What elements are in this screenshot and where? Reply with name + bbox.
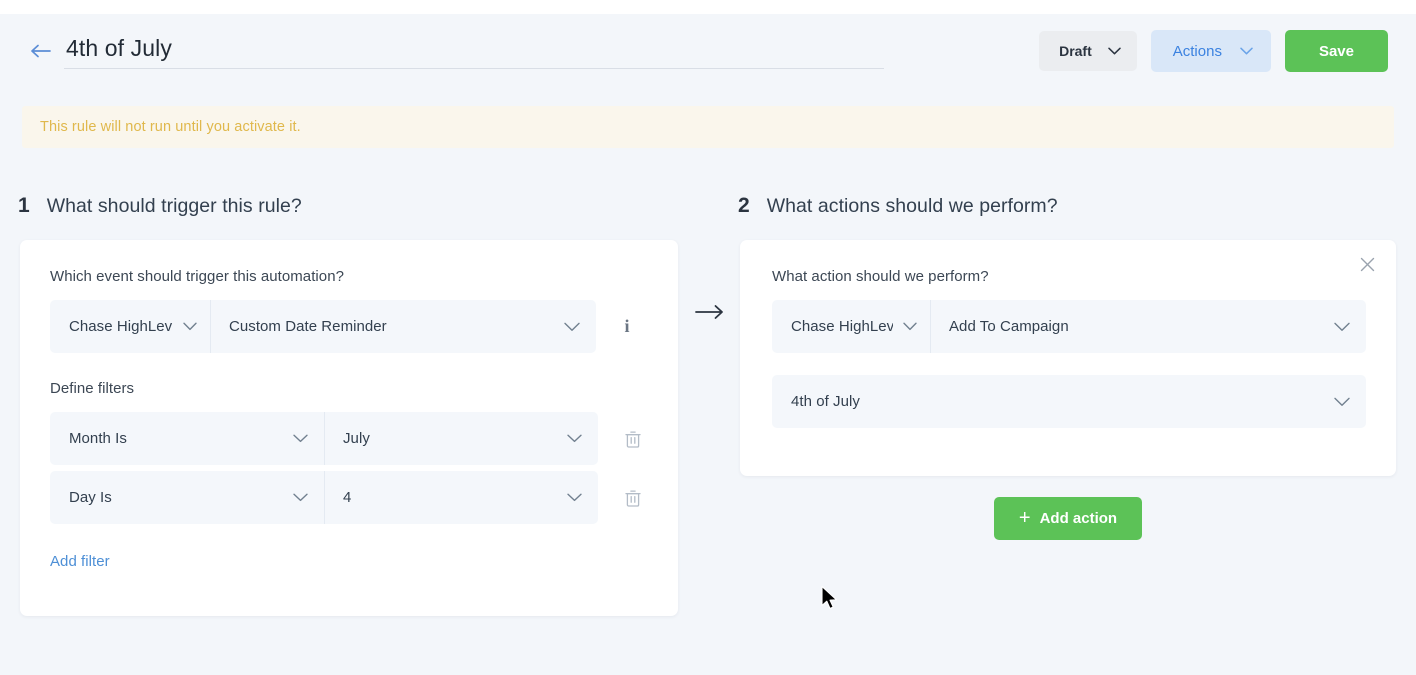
save-button[interactable]: Save (1284, 30, 1388, 72)
filter-key-value: Day Is (69, 489, 112, 506)
trigger-section-heading: 1 What should trigger this rule? (18, 194, 302, 218)
action-select-row: Chase HighLev Add To Campaign (772, 300, 1366, 353)
action-app-value: Chase HighLev (791, 318, 893, 335)
trigger-event-row: Chase HighLev Custom Date Reminder i (50, 300, 642, 353)
add-action-container: + Add action (740, 497, 1396, 540)
trigger-app-select[interactable]: Chase HighLev (50, 300, 210, 353)
filter-value-select[interactable]: July (324, 412, 598, 465)
filter-value-value: 4 (343, 489, 352, 506)
filter-row: Day Is 4 (50, 471, 648, 524)
trash-icon[interactable] (618, 430, 648, 448)
actions-step-number: 2 (738, 194, 750, 217)
trigger-event-label: Which event should trigger this automati… (50, 268, 344, 285)
actions-section-title: What actions should we perform? (766, 195, 1058, 217)
define-filters-label: Define filters (50, 380, 135, 397)
chevron-down-icon (564, 322, 580, 331)
mouse-cursor (820, 585, 840, 613)
automation-rule-editor-page: 4th of July Draft Actions Save This rule… (0, 0, 1416, 675)
chevron-down-icon (1334, 397, 1350, 406)
add-action-label: Add action (1039, 510, 1118, 527)
plus-icon: + (1018, 506, 1031, 529)
warning-message: This rule will not run until you activat… (40, 119, 301, 135)
trash-icon[interactable] (618, 489, 648, 507)
chevron-down-icon (1240, 47, 1253, 55)
chevron-down-icon (903, 322, 917, 331)
page-title[interactable]: 4th of July (66, 35, 884, 61)
actions-dropdown-button[interactable]: Actions (1150, 30, 1271, 72)
chevron-down-icon (1108, 47, 1121, 55)
filter-key-value: Month Is (69, 430, 127, 447)
filter-key-select[interactable]: Day Is (50, 471, 324, 524)
trigger-app-value: Chase HighLev (69, 318, 173, 335)
action-label: What action should we perform? (772, 268, 989, 285)
trigger-section-title: What should trigger this rule? (46, 195, 302, 217)
trigger-step-number: 1 (18, 194, 30, 217)
trigger-event-value: Custom Date Reminder (229, 318, 387, 335)
actions-section-heading: 2 What actions should we perform? (738, 194, 1058, 218)
actions-button-label: Actions (1172, 42, 1222, 60)
chevron-down-icon (293, 493, 308, 502)
campaign-value: 4th of July (791, 393, 860, 410)
close-icon[interactable] (1356, 253, 1378, 275)
trigger-card: Which event should trigger this automati… (20, 240, 678, 616)
trigger-event-select[interactable]: Custom Date Reminder (210, 300, 596, 353)
action-type-select[interactable]: Add To Campaign (930, 300, 1366, 353)
chevron-down-icon (183, 322, 197, 331)
add-action-button[interactable]: + Add action (993, 497, 1143, 540)
arrow-left-icon[interactable] (28, 38, 54, 64)
action-app-select[interactable]: Chase HighLev (772, 300, 930, 353)
status-badge: Draft (1059, 43, 1092, 59)
top-strip (0, 0, 1416, 14)
info-icon[interactable]: i (612, 316, 642, 337)
chevron-down-icon (567, 434, 582, 443)
campaign-select[interactable]: 4th of July (772, 375, 1366, 428)
arrow-right-icon (692, 294, 728, 330)
filter-row: Month Is July (50, 412, 648, 465)
header-actions-group: Draft Actions Save (1039, 30, 1388, 72)
filter-key-select[interactable]: Month Is (50, 412, 324, 465)
filter-value-select[interactable]: 4 (324, 471, 598, 524)
status-dropdown-button[interactable]: Draft (1039, 31, 1137, 71)
action-type-value: Add To Campaign (949, 318, 1069, 335)
action-card: What action should we perform? Chase Hig… (740, 240, 1396, 476)
filter-value-value: July (343, 430, 370, 447)
rule-title-field[interactable]: 4th of July (64, 33, 884, 70)
chevron-down-icon (1334, 322, 1350, 331)
add-filter-link[interactable]: Add filter (50, 553, 110, 570)
page-header: 4th of July Draft Actions Save (0, 14, 1416, 88)
chevron-down-icon (293, 434, 308, 443)
inactive-rule-warning-banner: This rule will not run until you activat… (22, 106, 1394, 148)
chevron-down-icon (567, 493, 582, 502)
save-button-label: Save (1318, 42, 1354, 60)
